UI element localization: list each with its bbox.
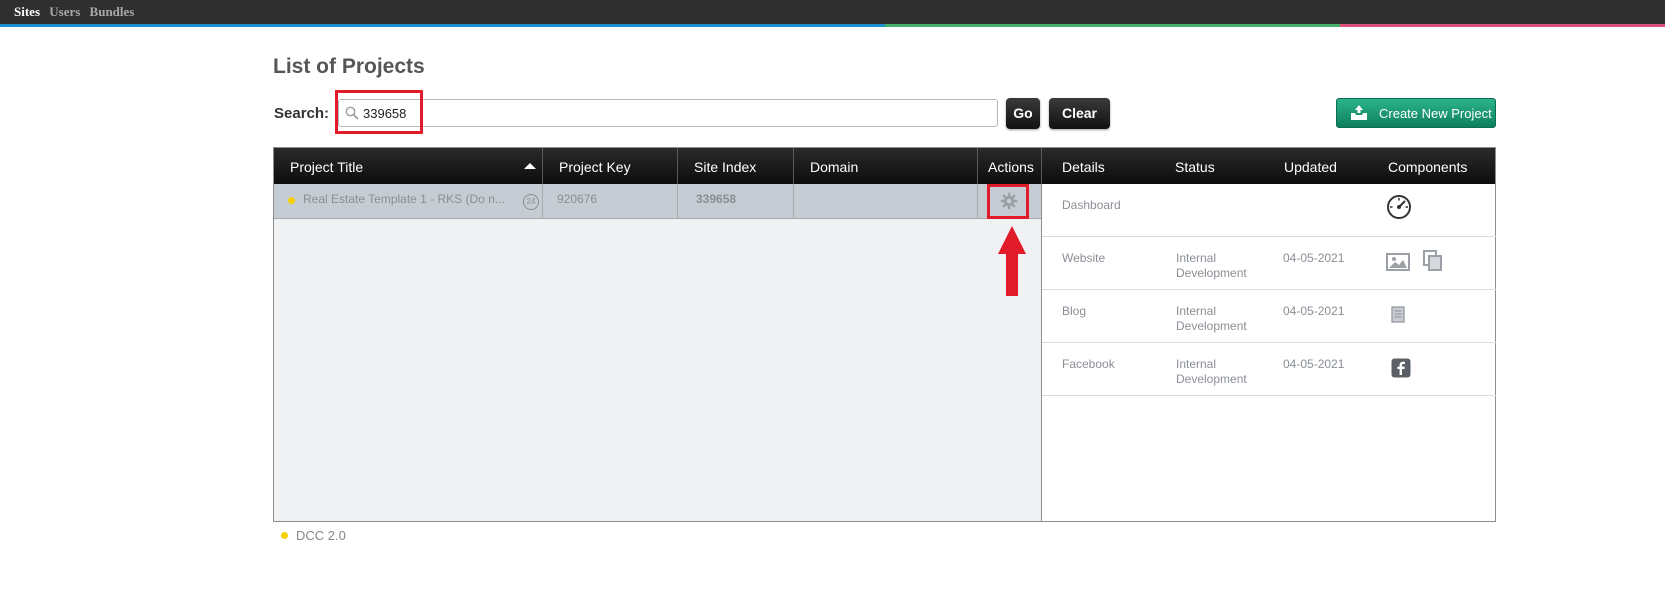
component-status: Internal Development xyxy=(1176,357,1247,386)
header-site-index[interactable]: Site Index xyxy=(678,148,794,184)
inbox-upload-icon xyxy=(1351,105,1367,120)
color-stripe-blue xyxy=(0,24,885,27)
component-status: Internal Development xyxy=(1176,304,1247,333)
component-updated: 04-05-2021 xyxy=(1283,357,1345,371)
component-name[interactable]: Facebook xyxy=(1062,357,1115,371)
component-name[interactable]: Dashboard xyxy=(1062,198,1121,212)
search-field[interactable] xyxy=(338,99,998,127)
copy-icon[interactable] xyxy=(1423,250,1443,272)
document-icon[interactable] xyxy=(1391,306,1405,323)
search-icon xyxy=(345,106,359,120)
status-dot xyxy=(288,197,295,204)
legend-dot xyxy=(281,532,288,540)
gear-icon[interactable] xyxy=(1000,192,1018,210)
header-components: Components xyxy=(1388,159,1468,175)
legend-label: DCC 2.0 xyxy=(296,528,346,543)
color-stripe-green xyxy=(885,24,1340,27)
component-row-website[interactable]: Website Internal Development 04-05-2021 xyxy=(1042,237,1496,290)
legend: DCC 2.0 xyxy=(281,528,346,543)
header-status: Status xyxy=(1175,159,1215,175)
header-project-title-label: Project Title xyxy=(290,159,364,175)
header-project-title[interactable]: Project Title xyxy=(274,148,543,184)
page-title: List of Projects xyxy=(273,55,425,78)
projects-table: Project Title Project Key Site Index Dom… xyxy=(273,147,1496,522)
search-label: Search: xyxy=(274,105,330,122)
header-actions: Actions xyxy=(988,159,1034,175)
count-badge: 24 xyxy=(523,194,539,210)
top-nav: Sites Users Bundles xyxy=(14,4,140,20)
component-name[interactable]: Website xyxy=(1062,251,1105,265)
component-updated: 04-05-2021 xyxy=(1283,304,1345,318)
component-row-blog[interactable]: Blog Internal Development 04-05-2021 xyxy=(1042,290,1496,343)
sort-ascending-icon xyxy=(524,163,536,169)
header-details: Details xyxy=(1041,148,1151,184)
nav-item-bundles[interactable]: Bundles xyxy=(90,4,135,19)
create-new-project-button[interactable]: Create New Project xyxy=(1336,98,1496,128)
facebook-icon[interactable] xyxy=(1391,358,1411,378)
go-button[interactable]: Go xyxy=(1006,98,1040,129)
search-input[interactable] xyxy=(363,100,983,126)
create-new-project-label: Create New Project xyxy=(1379,106,1492,121)
components-panel: Dashboard Website Internal Development 0… xyxy=(1041,184,1496,521)
nav-item-users[interactable]: Users xyxy=(49,4,80,19)
component-name[interactable]: Blog xyxy=(1062,304,1086,318)
color-stripe-pink xyxy=(1340,24,1665,27)
cell-domain xyxy=(794,184,978,218)
arrow-up-icon xyxy=(998,226,1026,296)
header-updated: Updated xyxy=(1284,159,1337,175)
speedometer-icon[interactable] xyxy=(1386,194,1412,220)
project-title-text: Real Estate Template 1 - RKS (Do n... xyxy=(303,192,505,206)
component-row-facebook[interactable]: Facebook Internal Development 04-05-2021 xyxy=(1042,343,1496,396)
component-status: Internal Development xyxy=(1176,251,1247,280)
table-row[interactable]: Real Estate Template 1 - RKS (Do n... 24… xyxy=(274,184,1041,219)
component-row-dashboard[interactable]: Dashboard xyxy=(1042,184,1496,237)
cell-project-key: 920676 xyxy=(543,184,678,218)
nav-item-sites[interactable]: Sites xyxy=(14,4,40,19)
cell-actions xyxy=(978,184,1041,218)
cell-site-index: 339658 xyxy=(678,184,794,218)
top-nav-bar: Sites Users Bundles xyxy=(0,0,1665,24)
cell-project-title[interactable]: Real Estate Template 1 - RKS (Do n... 24 xyxy=(274,184,543,218)
header-domain[interactable]: Domain xyxy=(794,148,978,184)
image-icon[interactable] xyxy=(1386,252,1410,272)
component-updated: 04-05-2021 xyxy=(1283,251,1345,265)
header-project-key[interactable]: Project Key xyxy=(543,148,678,184)
clear-button[interactable]: Clear xyxy=(1049,98,1110,129)
table-header: Project Title Project Key Site Index Dom… xyxy=(274,148,1495,184)
